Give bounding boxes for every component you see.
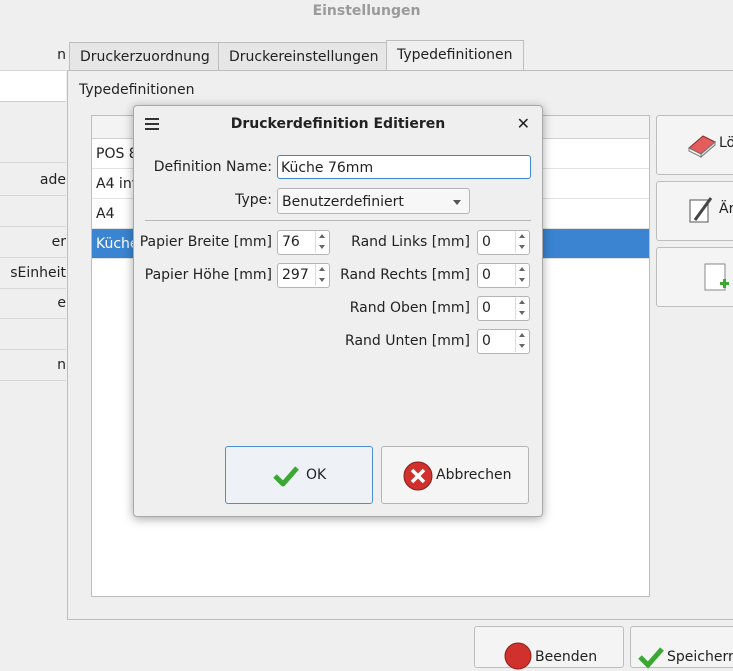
category-item[interactable]: er xyxy=(0,227,66,258)
definition-name-input[interactable]: Küche 76mm xyxy=(277,155,531,179)
papier-breite-spinbox[interactable]: 76 xyxy=(277,230,330,255)
category-item[interactable] xyxy=(0,196,66,227)
spin-down-icon[interactable] xyxy=(315,242,329,253)
eraser-icon xyxy=(688,135,716,158)
category-item[interactable]: ade xyxy=(0,165,66,196)
category-item[interactable] xyxy=(0,319,66,350)
rand-oben-spinbox[interactable]: 0 xyxy=(477,296,530,321)
spin-down-icon[interactable] xyxy=(515,341,529,352)
new-document-icon xyxy=(704,263,729,291)
rand-rechts-spinbox[interactable]: 0 xyxy=(477,263,530,288)
category-item[interactable]: n xyxy=(0,350,66,381)
category-item[interactable]: sEinheit xyxy=(0,258,66,289)
check-icon xyxy=(638,647,664,669)
dialog-title: Druckerdefinition Editieren xyxy=(230,116,446,132)
check-icon xyxy=(273,466,299,487)
rand-links-label: Rand Links [mm] xyxy=(351,234,470,250)
spin-up-icon[interactable] xyxy=(515,264,529,275)
spin-up-icon[interactable] xyxy=(315,231,329,242)
divider xyxy=(145,220,531,221)
tab-druckerzuordnung[interactable]: Druckerzuordnung xyxy=(69,42,221,71)
speichern-button[interactable]: Speicherr xyxy=(630,626,733,669)
cancel-button[interactable]: Abbrechen xyxy=(381,446,529,504)
cancel-icon xyxy=(403,461,433,491)
new-button[interactable] xyxy=(656,247,733,307)
close-icon[interactable]: ✕ xyxy=(517,106,530,142)
delete-button[interactable]: Lö xyxy=(656,115,733,175)
rand-unten-label: Rand Unten [mm] xyxy=(345,333,470,349)
tab-druckereinstellungen[interactable]: Druckereinstellungen xyxy=(218,42,390,71)
spin-down-icon[interactable] xyxy=(315,275,329,286)
category-selection xyxy=(0,70,66,102)
spin-down-icon[interactable] xyxy=(515,308,529,319)
type-label: Type: xyxy=(235,192,272,208)
rand-unten-spinbox[interactable]: 0 xyxy=(477,329,530,354)
category-item[interactable]: n xyxy=(0,40,66,71)
category-item[interactable]: e xyxy=(0,288,66,319)
edit-printer-definition-dialog: Druckerdefinition Editieren ✕ Definition… xyxy=(133,105,543,517)
spin-up-icon[interactable] xyxy=(515,297,529,308)
papier-breite-label: Papier Breite [mm] xyxy=(139,234,272,250)
papier-hoehe-label: Papier Höhe [mm] xyxy=(144,267,272,283)
spin-up-icon[interactable] xyxy=(315,264,329,275)
spin-down-icon[interactable] xyxy=(515,275,529,286)
pencil-icon xyxy=(689,197,713,223)
rand-oben-label: Rand Oben [mm] xyxy=(349,300,470,316)
rand-rechts-label: Rand Rechts [mm] xyxy=(340,267,470,283)
rand-links-spinbox[interactable]: 0 xyxy=(477,230,530,255)
definition-name-label: Definition Name: xyxy=(153,159,272,175)
ok-button[interactable]: OK xyxy=(225,446,373,504)
spin-down-icon[interactable] xyxy=(515,242,529,253)
papier-hoehe-spinbox[interactable]: 297 xyxy=(277,263,330,288)
settings-category-list: n ade er sEinheit e n xyxy=(0,38,66,381)
tab-typedefinitionen[interactable]: Typedefinitionen xyxy=(386,40,524,71)
type-select[interactable]: Benutzerdefiniert xyxy=(277,188,470,214)
edit-button[interactable]: Är xyxy=(656,181,733,241)
exit-icon xyxy=(504,642,532,670)
chevron-down-icon xyxy=(453,200,461,205)
category-item[interactable] xyxy=(0,132,66,163)
window-title: Einstellungen xyxy=(312,3,421,19)
beenden-button[interactable]: Beenden xyxy=(474,626,624,670)
group-label: Typedefinitionen xyxy=(79,82,195,98)
spin-up-icon[interactable] xyxy=(515,330,529,341)
spin-up-icon[interactable] xyxy=(515,231,529,242)
